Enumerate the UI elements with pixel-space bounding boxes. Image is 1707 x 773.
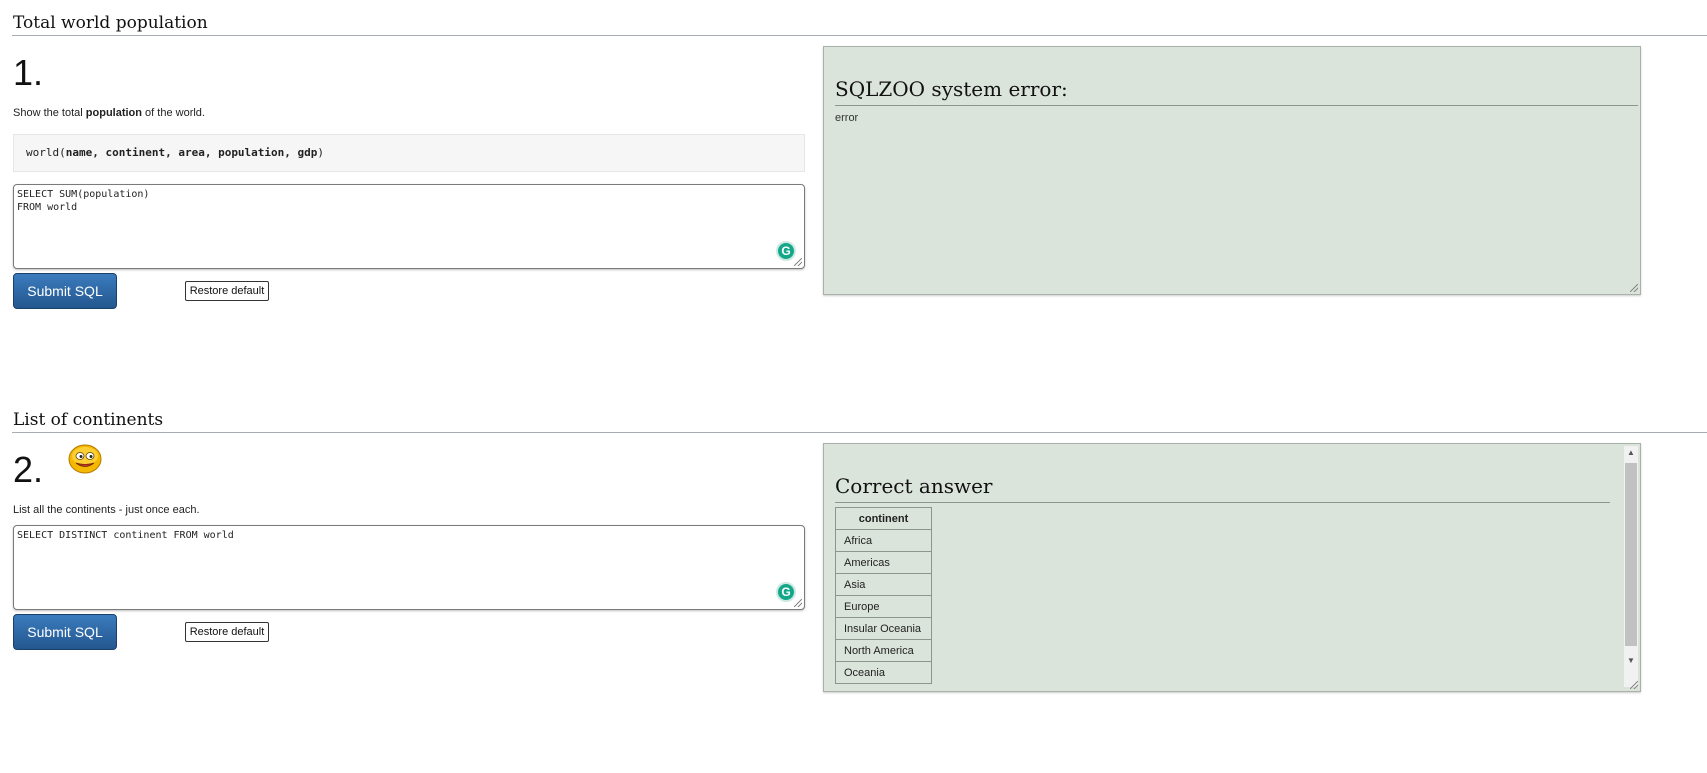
scroll-down-arrow-icon[interactable]: ▼ (1624, 654, 1638, 668)
section-divider (12, 432, 1707, 433)
table-row: Asia (835, 573, 932, 596)
table-row: Oceania (835, 661, 932, 684)
section-divider (12, 35, 1707, 36)
question-number: 1. (13, 52, 44, 93)
section-title-list-of-continents: List of continents (13, 410, 164, 430)
table-schema: world(name, continent, area, population,… (13, 134, 805, 172)
resize-handle-icon[interactable] (794, 258, 802, 266)
resize-handle-icon[interactable] (1630, 681, 1638, 689)
error-message: error (835, 112, 859, 124)
sql-editor[interactable]: SELECT DISTINCT continent FROM world G (13, 525, 805, 610)
result-divider (835, 105, 1638, 106)
submit-sql-button[interactable]: Submit SQL (13, 614, 117, 650)
sql-query-text[interactable]: SELECT SUM(population) FROM world (14, 185, 804, 214)
resize-handle-icon[interactable] (1630, 284, 1638, 292)
vertical-scrollbar[interactable]: ▲ ▼ (1624, 446, 1638, 687)
restore-default-button[interactable]: Restore default (185, 622, 269, 642)
question-prompt: List all the continents - just once each… (13, 504, 200, 516)
result-divider (835, 502, 1610, 503)
smiley-face-icon (68, 444, 102, 474)
answer-table: continent Africa Americas Asia Europe In… (835, 507, 932, 684)
grammarly-icon[interactable]: G (776, 582, 796, 602)
schema-table-name: world (26, 146, 60, 159)
table-header-continent: continent (835, 507, 932, 530)
table-row: Insular Oceania (835, 617, 932, 640)
table-row: North America (835, 639, 932, 662)
restore-default-button[interactable]: Restore default (185, 281, 269, 301)
question-number: 2. (13, 449, 44, 490)
sql-editor[interactable]: SELECT SUM(population) FROM world G (13, 184, 805, 269)
scroll-up-arrow-icon[interactable]: ▲ (1624, 446, 1638, 460)
submit-sql-button[interactable]: Submit SQL (13, 273, 117, 309)
result-heading: Correct answer (835, 474, 993, 498)
question-prompt: Show the total population of the world. (13, 107, 205, 119)
result-heading: SQLZOO system error: (835, 77, 1068, 101)
scrollbar-thumb[interactable] (1625, 463, 1637, 646)
section-title-total-world-population: Total world population (13, 13, 208, 33)
table-row: Europe (835, 595, 932, 618)
result-panel: SQLZOO system error: error (823, 46, 1641, 295)
grammarly-icon[interactable]: G (776, 241, 796, 261)
table-row: Americas (835, 551, 932, 574)
result-panel: Correct answer continent Africa Americas… (823, 443, 1641, 692)
resize-handle-icon[interactable] (794, 599, 802, 607)
table-row: Africa (835, 529, 932, 552)
schema-columns: name, continent, area, population, gdp (65, 146, 318, 159)
sql-query-text[interactable]: SELECT DISTINCT continent FROM world (14, 526, 804, 542)
